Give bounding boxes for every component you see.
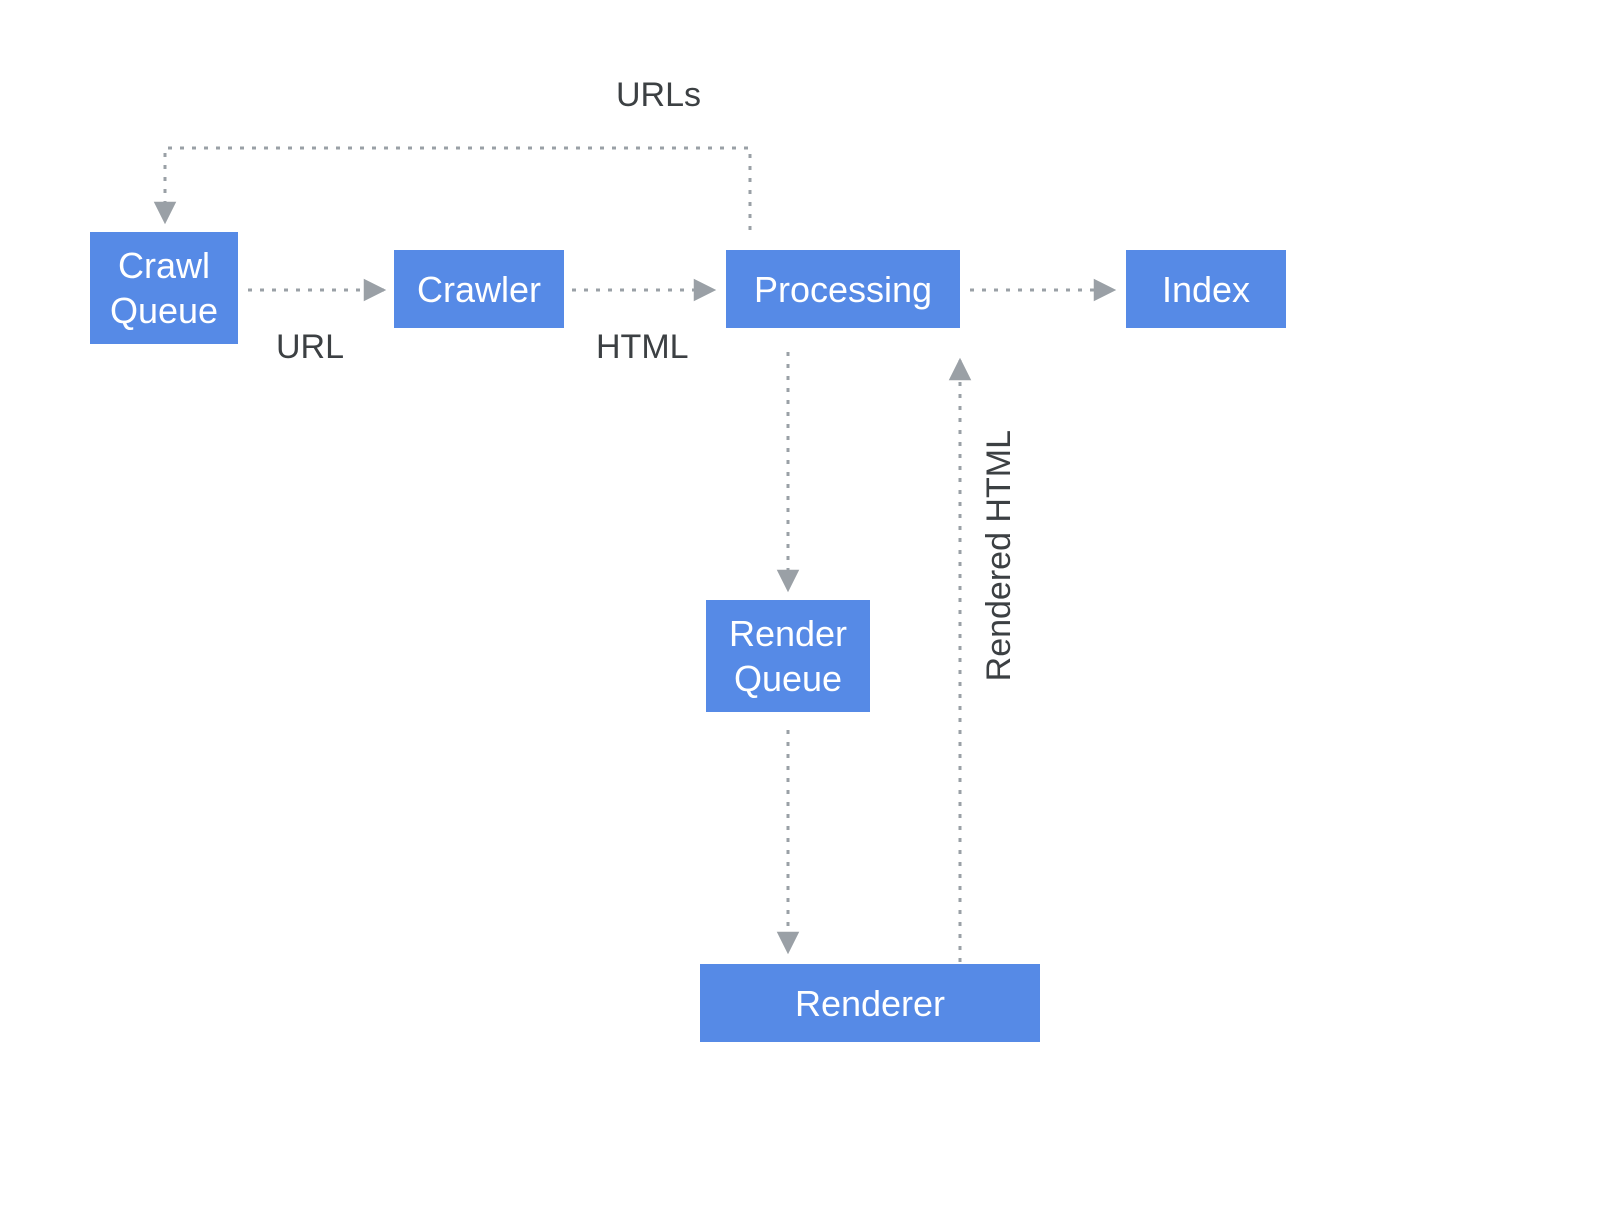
label-url: URL [276,328,344,367]
node-processing: Processing [726,250,960,328]
node-crawl-queue: Crawl Queue [90,232,238,344]
node-index: Index [1126,250,1286,328]
diagram-canvas: Crawl Queue Crawler Processing Index Ren… [0,0,1600,1205]
label-urls-top: URLs [616,76,701,115]
node-renderer: Renderer [700,964,1040,1042]
label-html: HTML [596,328,689,367]
label-rendered-html: Rendered HTML [980,430,1019,681]
node-crawler: Crawler [394,250,564,328]
node-render-queue: Render Queue [706,600,870,712]
edge-urls-top [165,148,750,230]
